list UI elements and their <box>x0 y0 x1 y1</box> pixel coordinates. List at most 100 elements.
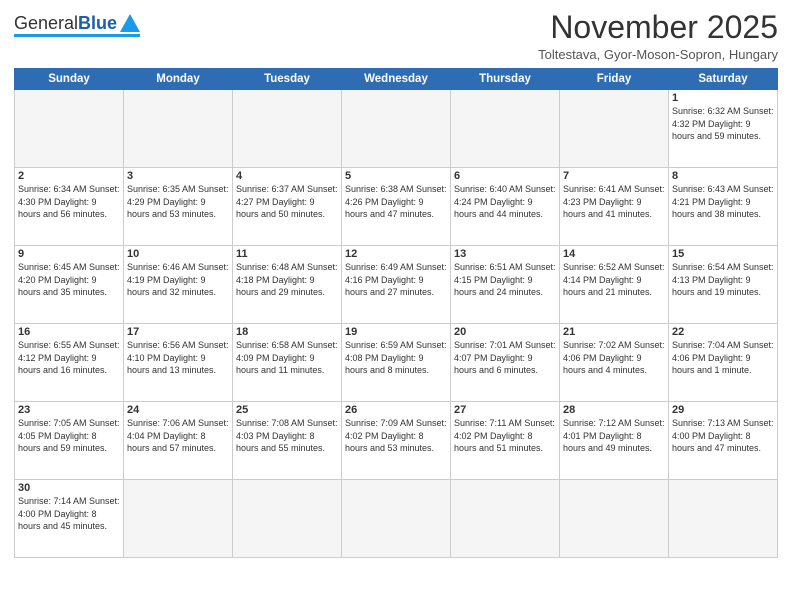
day-info: Sunrise: 6:43 AM Sunset: 4:21 PM Dayligh… <box>672 183 774 221</box>
logo: General Blue <box>14 10 140 37</box>
table-row: 15Sunrise: 6:54 AM Sunset: 4:13 PM Dayli… <box>669 246 778 324</box>
table-row: 10Sunrise: 6:46 AM Sunset: 4:19 PM Dayli… <box>124 246 233 324</box>
day-number: 1 <box>672 92 774 104</box>
day-number: 7 <box>563 170 665 182</box>
table-row: 3Sunrise: 6:35 AM Sunset: 4:29 PM Daylig… <box>124 168 233 246</box>
day-number: 3 <box>127 170 229 182</box>
day-info: Sunrise: 6:35 AM Sunset: 4:29 PM Dayligh… <box>127 183 229 221</box>
table-row: 28Sunrise: 7:12 AM Sunset: 4:01 PM Dayli… <box>560 402 669 480</box>
table-row <box>451 90 560 168</box>
day-number: 28 <box>563 404 665 416</box>
day-info: Sunrise: 7:09 AM Sunset: 4:02 PM Dayligh… <box>345 417 447 455</box>
table-row <box>342 90 451 168</box>
table-row: 7Sunrise: 6:41 AM Sunset: 4:23 PM Daylig… <box>560 168 669 246</box>
day-number: 11 <box>236 248 338 260</box>
day-info: Sunrise: 6:45 AM Sunset: 4:20 PM Dayligh… <box>18 261 120 299</box>
day-number: 23 <box>18 404 120 416</box>
day-info: Sunrise: 6:38 AM Sunset: 4:26 PM Dayligh… <box>345 183 447 221</box>
table-row: 5Sunrise: 6:38 AM Sunset: 4:26 PM Daylig… <box>342 168 451 246</box>
table-row <box>560 480 669 558</box>
table-row: 17Sunrise: 6:56 AM Sunset: 4:10 PM Dayli… <box>124 324 233 402</box>
day-number: 4 <box>236 170 338 182</box>
logo-triangle-icon <box>120 14 140 32</box>
day-number: 29 <box>672 404 774 416</box>
table-row <box>233 480 342 558</box>
day-number: 13 <box>454 248 556 260</box>
table-row: 30Sunrise: 7:14 AM Sunset: 4:00 PM Dayli… <box>15 480 124 558</box>
table-row: 12Sunrise: 6:49 AM Sunset: 4:16 PM Dayli… <box>342 246 451 324</box>
day-number: 20 <box>454 326 556 338</box>
table-row: 2Sunrise: 6:34 AM Sunset: 4:30 PM Daylig… <box>15 168 124 246</box>
day-info: Sunrise: 6:37 AM Sunset: 4:27 PM Dayligh… <box>236 183 338 221</box>
calendar-header-row: Sunday Monday Tuesday Wednesday Thursday… <box>15 69 778 90</box>
logo-general: General <box>14 14 78 32</box>
day-number: 15 <box>672 248 774 260</box>
table-row <box>451 480 560 558</box>
day-info: Sunrise: 6:58 AM Sunset: 4:09 PM Dayligh… <box>236 339 338 377</box>
table-row: 20Sunrise: 7:01 AM Sunset: 4:07 PM Dayli… <box>451 324 560 402</box>
day-number: 6 <box>454 170 556 182</box>
day-info: Sunrise: 6:41 AM Sunset: 4:23 PM Dayligh… <box>563 183 665 221</box>
day-info: Sunrise: 7:02 AM Sunset: 4:06 PM Dayligh… <box>563 339 665 377</box>
day-number: 21 <box>563 326 665 338</box>
page: General Blue November 2025 Toltestava, G… <box>0 0 792 612</box>
col-sunday: Sunday <box>15 69 124 90</box>
day-number: 19 <box>345 326 447 338</box>
table-row: 25Sunrise: 7:08 AM Sunset: 4:03 PM Dayli… <box>233 402 342 480</box>
table-row: 19Sunrise: 6:59 AM Sunset: 4:08 PM Dayli… <box>342 324 451 402</box>
logo-blue: Blue <box>78 14 117 32</box>
day-info: Sunrise: 7:01 AM Sunset: 4:07 PM Dayligh… <box>454 339 556 377</box>
header: General Blue November 2025 Toltestava, G… <box>14 10 778 62</box>
day-number: 9 <box>18 248 120 260</box>
table-row: 1Sunrise: 6:32 AM Sunset: 4:32 PM Daylig… <box>669 90 778 168</box>
table-row: 13Sunrise: 6:51 AM Sunset: 4:15 PM Dayli… <box>451 246 560 324</box>
table-row: 8Sunrise: 6:43 AM Sunset: 4:21 PM Daylig… <box>669 168 778 246</box>
calendar-week-row: 16Sunrise: 6:55 AM Sunset: 4:12 PM Dayli… <box>15 324 778 402</box>
col-monday: Monday <box>124 69 233 90</box>
day-number: 10 <box>127 248 229 260</box>
day-number: 22 <box>672 326 774 338</box>
day-info: Sunrise: 6:55 AM Sunset: 4:12 PM Dayligh… <box>18 339 120 377</box>
day-info: Sunrise: 6:46 AM Sunset: 4:19 PM Dayligh… <box>127 261 229 299</box>
subtitle: Toltestava, Gyor-Moson-Sopron, Hungary <box>538 47 778 62</box>
day-number: 30 <box>18 482 120 494</box>
day-info: Sunrise: 6:40 AM Sunset: 4:24 PM Dayligh… <box>454 183 556 221</box>
calendar-week-row: 1Sunrise: 6:32 AM Sunset: 4:32 PM Daylig… <box>15 90 778 168</box>
table-row: 16Sunrise: 6:55 AM Sunset: 4:12 PM Dayli… <box>15 324 124 402</box>
calendar-week-row: 9Sunrise: 6:45 AM Sunset: 4:20 PM Daylig… <box>15 246 778 324</box>
day-info: Sunrise: 7:12 AM Sunset: 4:01 PM Dayligh… <box>563 417 665 455</box>
table-row: 26Sunrise: 7:09 AM Sunset: 4:02 PM Dayli… <box>342 402 451 480</box>
day-number: 18 <box>236 326 338 338</box>
day-info: Sunrise: 7:05 AM Sunset: 4:05 PM Dayligh… <box>18 417 120 455</box>
table-row <box>560 90 669 168</box>
day-number: 5 <box>345 170 447 182</box>
day-info: Sunrise: 7:14 AM Sunset: 4:00 PM Dayligh… <box>18 495 120 533</box>
calendar-week-row: 23Sunrise: 7:05 AM Sunset: 4:05 PM Dayli… <box>15 402 778 480</box>
table-row: 27Sunrise: 7:11 AM Sunset: 4:02 PM Dayli… <box>451 402 560 480</box>
table-row <box>669 480 778 558</box>
col-tuesday: Tuesday <box>233 69 342 90</box>
day-number: 2 <box>18 170 120 182</box>
title-section: November 2025 Toltestava, Gyor-Moson-Sop… <box>538 10 778 62</box>
col-thursday: Thursday <box>451 69 560 90</box>
day-info: Sunrise: 6:56 AM Sunset: 4:10 PM Dayligh… <box>127 339 229 377</box>
month-title: November 2025 <box>538 10 778 45</box>
calendar-week-row: 30Sunrise: 7:14 AM Sunset: 4:00 PM Dayli… <box>15 480 778 558</box>
day-number: 24 <box>127 404 229 416</box>
calendar-week-row: 2Sunrise: 6:34 AM Sunset: 4:30 PM Daylig… <box>15 168 778 246</box>
day-info: Sunrise: 6:51 AM Sunset: 4:15 PM Dayligh… <box>454 261 556 299</box>
table-row: 14Sunrise: 6:52 AM Sunset: 4:14 PM Dayli… <box>560 246 669 324</box>
table-row <box>233 90 342 168</box>
day-number: 27 <box>454 404 556 416</box>
day-info: Sunrise: 7:04 AM Sunset: 4:06 PM Dayligh… <box>672 339 774 377</box>
logo-underline <box>14 34 140 37</box>
day-info: Sunrise: 6:52 AM Sunset: 4:14 PM Dayligh… <box>563 261 665 299</box>
day-number: 14 <box>563 248 665 260</box>
day-info: Sunrise: 6:34 AM Sunset: 4:30 PM Dayligh… <box>18 183 120 221</box>
day-info: Sunrise: 6:32 AM Sunset: 4:32 PM Dayligh… <box>672 105 774 143</box>
day-number: 25 <box>236 404 338 416</box>
day-info: Sunrise: 6:54 AM Sunset: 4:13 PM Dayligh… <box>672 261 774 299</box>
col-friday: Friday <box>560 69 669 90</box>
table-row: 24Sunrise: 7:06 AM Sunset: 4:04 PM Dayli… <box>124 402 233 480</box>
table-row: 22Sunrise: 7:04 AM Sunset: 4:06 PM Dayli… <box>669 324 778 402</box>
